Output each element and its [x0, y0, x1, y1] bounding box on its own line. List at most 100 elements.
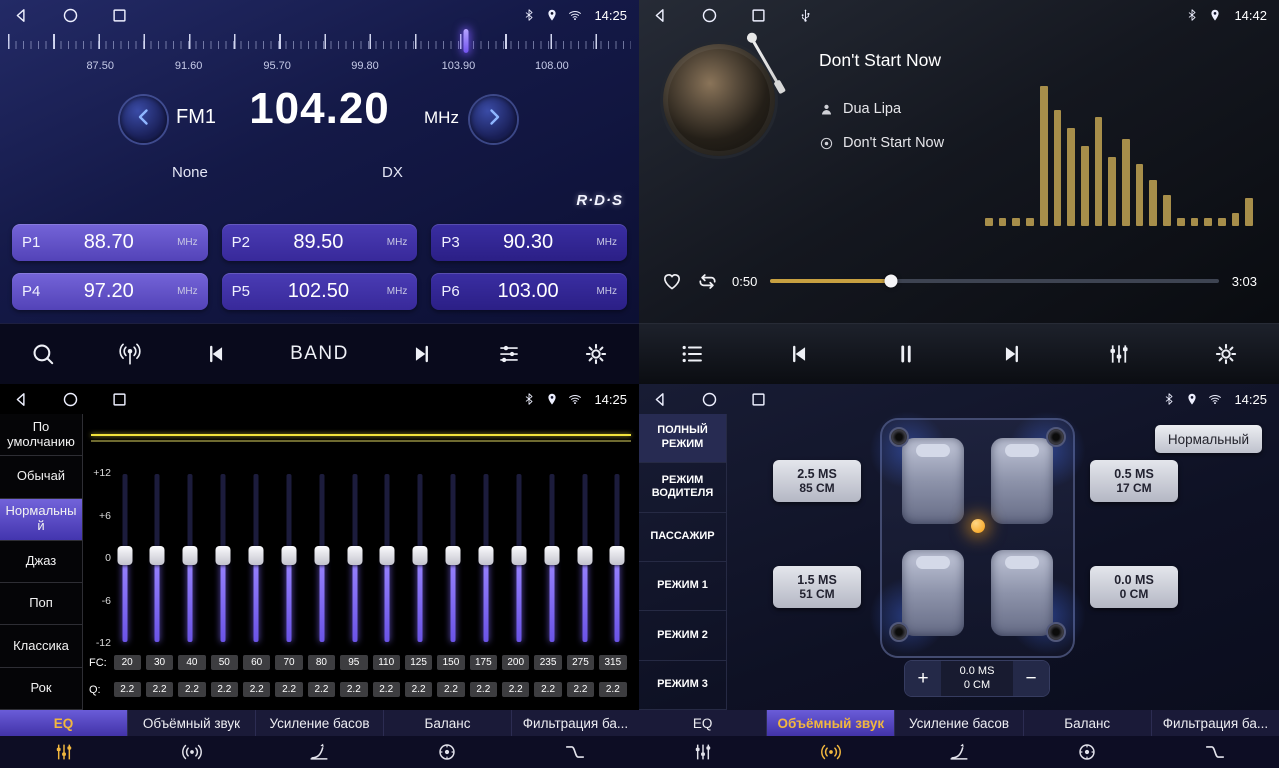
slider-handle[interactable]: [216, 546, 231, 565]
nav-home-button[interactable]: [700, 6, 719, 25]
eq-slider-110hz[interactable]: [380, 474, 395, 642]
eq-preset-item[interactable]: Поп: [0, 583, 82, 625]
frequency-scale[interactable]: 87.5091.6095.7099.80103.90108.00: [8, 32, 631, 78]
settings-button[interactable]: [583, 341, 609, 367]
slider-handle[interactable]: [511, 546, 526, 565]
rear-right-speaker-icon[interactable]: [1046, 622, 1066, 642]
slider-handle[interactable]: [446, 546, 461, 565]
eq-slider-95hz[interactable]: [347, 474, 362, 642]
nav-back-button[interactable]: [651, 6, 670, 25]
delay-decrease-button[interactable]: −: [1013, 661, 1049, 696]
settings-button[interactable]: [1213, 341, 1239, 367]
eq-slider-20hz[interactable]: [117, 474, 132, 642]
eq-slider-175hz[interactable]: [478, 474, 493, 642]
slider-handle[interactable]: [544, 546, 559, 565]
delay-increase-button[interactable]: +: [905, 661, 941, 696]
slider-handle[interactable]: [183, 546, 198, 565]
previous-track-button[interactable]: [786, 341, 812, 367]
mixer-tab-icon[interactable]: [639, 736, 767, 768]
mode-item[interactable]: ПОЛНЫЙ РЕЖИМ: [639, 414, 726, 463]
preset-button-p4[interactable]: P497.20MHz: [12, 273, 208, 310]
tab-balance[interactable]: Баланс: [1024, 710, 1152, 736]
front-left-speaker-icon[interactable]: [889, 427, 909, 447]
slider-handle[interactable]: [281, 546, 296, 565]
eq-slider-200hz[interactable]: [511, 474, 526, 642]
favorite-button[interactable]: [661, 270, 683, 292]
eq-slider-60hz[interactable]: [248, 474, 263, 642]
mode-item[interactable]: РЕЖИМ 3: [639, 661, 726, 710]
nav-back-button[interactable]: [12, 390, 31, 409]
previous-station-button[interactable]: [203, 341, 229, 367]
delay-front-left-button[interactable]: 2.5 MS85 CM: [773, 460, 861, 502]
eq-preset-item[interactable]: По умолчанию: [0, 414, 82, 456]
slider-handle[interactable]: [478, 546, 493, 565]
slider-handle[interactable]: [347, 546, 362, 565]
balance-tab-icon[interactable]: [383, 736, 511, 768]
preset-button-p1[interactable]: P188.70MHz: [12, 224, 208, 261]
delay-rear-left-button[interactable]: 1.5 MS51 CM: [773, 566, 861, 608]
tab-filter[interactable]: Фильтрация ба...: [512, 710, 639, 736]
tuner-options-button[interactable]: [496, 341, 522, 367]
eq-preset-item[interactable]: Обычай: [0, 456, 82, 498]
play-pause-button[interactable]: [893, 341, 919, 367]
slider-handle[interactable]: [380, 546, 395, 565]
eq-slider-50hz[interactable]: [216, 474, 231, 642]
next-track-button[interactable]: [999, 341, 1025, 367]
nav-recents-button[interactable]: [749, 6, 768, 25]
eq-preset-item[interactable]: Нормальный: [0, 499, 82, 541]
slider-handle[interactable]: [413, 546, 428, 565]
slider-handle[interactable]: [248, 546, 263, 565]
eq-slider-150hz[interactable]: [446, 474, 461, 642]
eq-preset-item[interactable]: Рок: [0, 668, 82, 710]
frequency-indicator[interactable]: [463, 29, 468, 53]
preset-button-p6[interactable]: P6103.00MHz: [431, 273, 627, 310]
tab-filter[interactable]: Фильтрация ба...: [1152, 710, 1279, 736]
balance-tab-icon[interactable]: [1023, 736, 1151, 768]
bass-tab-icon[interactable]: [895, 736, 1023, 768]
nav-recents-button[interactable]: [110, 390, 129, 409]
tab-surround-sound[interactable]: Объёмный звук: [767, 710, 895, 736]
tab-balance[interactable]: Баланс: [384, 710, 512, 736]
slider-handle[interactable]: [150, 546, 165, 565]
seek-thumb[interactable]: [885, 275, 898, 288]
eq-preset-item[interactable]: Классика: [0, 625, 82, 667]
mode-item[interactable]: РЕЖИМ 1: [639, 562, 726, 611]
mode-item[interactable]: ПАССАЖИР: [639, 513, 726, 562]
nav-home-button[interactable]: [61, 6, 80, 25]
listening-position-dot[interactable]: [971, 519, 985, 533]
eq-slider-70hz[interactable]: [281, 474, 296, 642]
nav-recents-button[interactable]: [749, 390, 768, 409]
slider-handle[interactable]: [314, 546, 329, 565]
tune-up-button[interactable]: [470, 96, 517, 143]
equalizer-button[interactable]: [1106, 341, 1132, 367]
seek-bar[interactable]: [770, 279, 1218, 283]
surround-tab-icon[interactable]: [767, 736, 895, 768]
filter-tab-icon[interactable]: [511, 736, 639, 768]
eq-slider-40hz[interactable]: [183, 474, 198, 642]
next-station-button[interactable]: [409, 341, 435, 367]
eq-slider-125hz[interactable]: [413, 474, 428, 642]
sound-preset-button[interactable]: Нормальный: [1155, 425, 1262, 453]
repeat-button[interactable]: [696, 270, 719, 293]
eq-preset-item[interactable]: Джаз: [0, 541, 82, 583]
preset-button-p3[interactable]: P390.30MHz: [431, 224, 627, 261]
surround-tab-icon[interactable]: [128, 736, 256, 768]
band-button[interactable]: BAND: [290, 343, 349, 365]
nav-home-button[interactable]: [700, 390, 719, 409]
tab-surround-sound[interactable]: Объёмный звук: [128, 710, 256, 736]
delay-front-right-button[interactable]: 0.5 MS17 CM: [1090, 460, 1178, 502]
tuner-scan-button[interactable]: [117, 341, 143, 367]
rear-left-speaker-icon[interactable]: [889, 622, 909, 642]
tab-bass-boost[interactable]: Усиление басов: [895, 710, 1023, 736]
search-button[interactable]: [30, 341, 56, 367]
mode-item[interactable]: РЕЖИМ 2: [639, 611, 726, 660]
mixer-tab-icon[interactable]: [0, 736, 128, 768]
nav-recents-button[interactable]: [110, 6, 129, 25]
eq-slider-275hz[interactable]: [577, 474, 592, 642]
playlist-button[interactable]: [679, 341, 705, 367]
filter-tab-icon[interactable]: [1151, 736, 1279, 768]
mode-item[interactable]: РЕЖИМ ВОДИТЕЛЯ: [639, 463, 726, 512]
eq-slider-30hz[interactable]: [150, 474, 165, 642]
preset-button-p2[interactable]: P289.50MHz: [222, 224, 418, 261]
nav-back-button[interactable]: [12, 6, 31, 25]
